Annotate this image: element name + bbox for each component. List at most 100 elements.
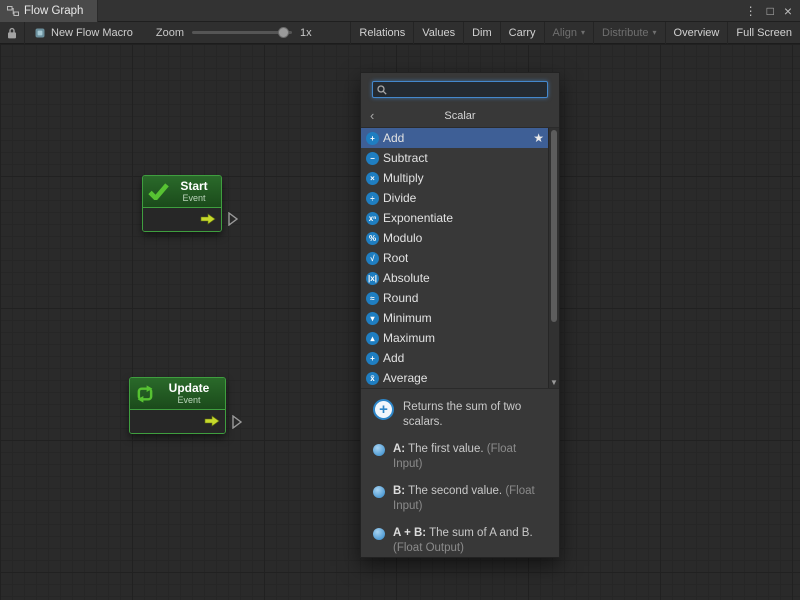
port-docs: A: The first value. (Float Input) B: The…	[373, 442, 547, 556]
port-name: B:	[393, 485, 405, 497]
list-item[interactable]: % Modulo	[361, 228, 548, 248]
tab-title: Flow Graph	[24, 5, 83, 17]
port-name: A + B:	[393, 527, 426, 539]
port-doc-row: A: The first value. (Float Input)	[373, 442, 547, 472]
zoom-slider[interactable]	[192, 31, 292, 34]
list-item[interactable]: − Subtract	[361, 148, 548, 168]
item-label: Exponentiate	[383, 211, 453, 225]
port-dot-icon	[373, 444, 385, 456]
list-item[interactable]: ÷ Divide	[361, 188, 548, 208]
list-item[interactable]: ≈ Round	[361, 288, 548, 308]
node-update[interactable]: Update Event	[129, 377, 226, 434]
node-start-body	[143, 208, 221, 231]
more-menu-icon[interactable]: ⋮	[745, 5, 757, 17]
list-item[interactable]: + Add ★	[361, 128, 548, 148]
add-unit-icon: +	[373, 399, 394, 420]
port-text: A + B: The sum of A and B. (Float Output…	[393, 526, 547, 556]
search-icon	[377, 85, 387, 95]
port-doc-row: B: The second value. (Float Input)	[373, 484, 547, 514]
item-label: Multiply	[383, 171, 424, 185]
port-dot-icon	[373, 528, 385, 540]
port-desc: The second value.	[405, 485, 505, 497]
toolbar-button[interactable]: Distribute ▾	[593, 22, 664, 44]
item-label: Absolute	[383, 271, 430, 285]
maximize-icon[interactable]: □	[767, 5, 774, 17]
item-label: Modulo	[383, 231, 422, 245]
toolbar-button-label: Overview	[674, 27, 720, 39]
lock-button[interactable]	[0, 22, 24, 44]
item-label: Divide	[383, 191, 416, 205]
port-name: A:	[393, 443, 405, 455]
node-titles: Update Event	[160, 382, 218, 405]
toolbar-button-label: Dim	[472, 27, 492, 39]
toolbar-button[interactable]: Relations	[350, 22, 413, 44]
operator-icon: √	[366, 252, 379, 265]
item-label: Add	[383, 351, 404, 365]
search-box	[372, 81, 548, 98]
toolbar-button-label: Values	[422, 27, 455, 39]
toolbar-button-label: Distribute	[602, 27, 648, 39]
list-item[interactable]: ▾ Minimum	[361, 308, 548, 328]
port-text: A: The first value. (Float Input)	[393, 442, 547, 472]
flow-output-port[interactable]	[228, 212, 238, 226]
node-title: Start	[180, 180, 207, 193]
toolbar-button[interactable]: Align ▾	[544, 22, 593, 44]
breadcrumb: ‹ Scalar	[361, 104, 559, 128]
breadcrumb-back-chevron[interactable]: ‹	[370, 109, 374, 122]
port-doc-row: A + B: The sum of A and B. (Float Output…	[373, 526, 547, 556]
list-item[interactable]: xⁿ Exponentiate	[361, 208, 548, 228]
flow-output-port[interactable]	[232, 415, 242, 429]
macro-button[interactable]: New Flow Macro	[25, 22, 142, 44]
search-input[interactable]	[391, 84, 543, 96]
toolbar-button-label: Carry	[509, 27, 536, 39]
list-item[interactable]: + Add	[361, 348, 548, 368]
flow-arrow-icon[interactable]	[200, 213, 216, 225]
port-desc: The sum of A and B.	[426, 527, 533, 539]
toolbar-button[interactable]: Overview	[665, 22, 728, 44]
scroll-down-icon[interactable]: ▼	[549, 378, 559, 387]
toolbar-button-label: Full Screen	[736, 27, 792, 39]
list-item[interactable]: |x| Absolute	[361, 268, 548, 288]
search-row	[361, 73, 559, 104]
list-item[interactable]: √ Root	[361, 248, 548, 268]
toolbar-button[interactable]: Carry	[500, 22, 544, 44]
node-start[interactable]: Start Event	[142, 175, 222, 232]
port-desc: The first value.	[405, 443, 487, 455]
node-subtitle: Event	[182, 193, 205, 203]
summary-row: + Returns the sum of two scalars.	[373, 399, 547, 430]
zoom-value: 1x	[300, 27, 312, 39]
toolbar-button[interactable]: Values	[413, 22, 463, 44]
item-label: Subtract	[383, 151, 428, 165]
graph-toolbar: New Flow Macro Zoom 1x Relations Values	[0, 22, 800, 44]
toolbar-button[interactable]: Full Screen	[727, 22, 800, 44]
breadcrumb-label: Scalar	[361, 110, 559, 122]
details-panel: + Returns the sum of two scalars. A: The…	[361, 388, 559, 557]
list-item[interactable]: ▴ Maximum	[361, 328, 548, 348]
item-label: Maximum	[383, 331, 435, 345]
fuzzy-finder: ‹ Scalar + Add ★ − Subtract	[360, 72, 560, 558]
toolbar-button[interactable]: Dim	[463, 22, 500, 44]
operator-icon: ≈	[366, 292, 379, 305]
operator-icon: ÷	[366, 192, 379, 205]
list-item[interactable]: x̄ Average	[361, 368, 548, 388]
toolbar-button-label: Relations	[359, 27, 405, 39]
flow-graph-tab[interactable]: Flow Graph	[0, 0, 98, 22]
close-icon[interactable]: ×	[784, 5, 792, 17]
scrollbar-thumb[interactable]	[551, 130, 557, 322]
chevron-down-icon: ▾	[653, 28, 657, 37]
macro-icon	[34, 27, 46, 39]
option-rows: + Add ★ − Subtract × Multiply	[361, 128, 548, 388]
lock-icon	[7, 27, 17, 39]
item-label: Round	[383, 291, 418, 305]
event-check-icon	[148, 183, 169, 200]
zoom-knob[interactable]	[278, 27, 289, 38]
node-start-header: Start Event	[143, 176, 221, 208]
list-item[interactable]: × Multiply	[361, 168, 548, 188]
flow-graph-window: Flow Graph ⋮ □ × New Flow Macro Zoom	[0, 0, 800, 600]
favorite-star-icon[interactable]: ★	[533, 131, 544, 145]
operator-icon: xⁿ	[366, 212, 379, 225]
zoom-control: Zoom 1x	[156, 27, 312, 39]
scrollbar[interactable]: ▼	[548, 128, 559, 388]
flow-arrow-icon[interactable]	[204, 415, 220, 427]
node-update-body	[130, 410, 225, 433]
